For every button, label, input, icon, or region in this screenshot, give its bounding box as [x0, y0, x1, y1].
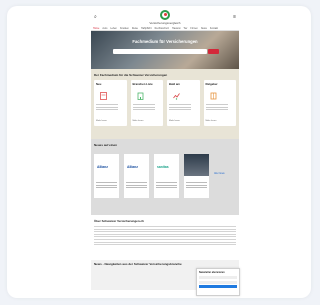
- tile-title: Neu: [96, 82, 102, 86]
- about-text: [94, 226, 236, 246]
- newsletter-email-field[interactable]: [199, 276, 237, 279]
- tile-text: [205, 104, 228, 112]
- nav-item[interactable]: Home: [93, 27, 99, 30]
- news-title: Neues auf einen: [94, 143, 118, 147]
- tile-text: [132, 104, 155, 112]
- hero-title: Fachmedium für Versicherungen: [132, 39, 198, 44]
- newsletter-title: Newsletter abonnieren: [199, 271, 225, 274]
- news-card-text: [126, 182, 147, 190]
- nav-item[interactable]: Auto: [102, 27, 107, 30]
- document-icon: [100, 92, 107, 100]
- hero-search-button[interactable]: [208, 49, 219, 54]
- logo-mark: [159, 9, 170, 20]
- search-icon[interactable]: ⌕: [94, 14, 97, 20]
- chart-icon: [173, 93, 180, 100]
- about-title: Über Schweizer Versicherungen.ch: [94, 219, 145, 223]
- tile-title: Bald am: [169, 82, 180, 86]
- news-card[interactable]: Allianz: [94, 154, 119, 198]
- nav-item[interactable]: Kranken: [120, 27, 129, 30]
- nav-item[interactable]: Firmen: [190, 27, 197, 30]
- tile-text: [169, 104, 191, 112]
- site-header: ⌕ Versicherungsvergleich ≡: [91, 8, 239, 26]
- nav-item[interactable]: News: [201, 27, 207, 30]
- building-icon: [137, 92, 143, 100]
- news-card-logo: Allianz: [97, 165, 108, 169]
- tile-link[interactable]: Mehr lesen: [133, 120, 144, 122]
- site-logo[interactable]: Versicherungsvergleich: [149, 9, 181, 25]
- tile-link[interactable]: Mehr lesen: [169, 120, 180, 122]
- overview-tile[interactable]: Bald am Mehr lesen: [167, 80, 200, 126]
- news-card[interactable]: sanitas: [154, 154, 179, 198]
- overview-tiles: Neu Mehr lesen Branchen Liste Mehr lesen…: [94, 80, 236, 126]
- news-card[interactable]: [184, 154, 209, 198]
- nav-item[interactable]: Hausrat: [172, 27, 180, 30]
- book-icon: [210, 92, 216, 100]
- overview-section: Der Fachmedium für die Schweizer Versich…: [91, 69, 239, 139]
- news-card-text: [186, 182, 207, 190]
- nav-item[interactable]: Kontakt: [210, 27, 218, 30]
- nav-item[interactable]: Reise: [132, 27, 138, 30]
- overview-tile[interactable]: Branchen Liste Mehr lesen: [130, 80, 163, 126]
- overview-tile[interactable]: Neu Mehr lesen: [94, 80, 127, 126]
- nav-item[interactable]: Haftpflicht: [141, 27, 152, 30]
- nav-item[interactable]: Leben: [110, 27, 117, 30]
- overview-tile[interactable]: Ratgeber Mehr lesen: [203, 80, 236, 126]
- news-section: Neues auf einen Allianz Allianz sanitas …: [91, 139, 239, 215]
- menu-icon[interactable]: ≡: [233, 14, 236, 20]
- tile-link[interactable]: Mehr lesen: [206, 120, 217, 122]
- newsletter-popup: Newsletter abonnieren: [196, 268, 240, 296]
- news-teaser-title: News - Neuigkeiten aus der Schweizer Ver…: [94, 262, 182, 266]
- tile-link[interactable]: Mehr lesen: [96, 120, 107, 122]
- hero-search-input[interactable]: [113, 49, 207, 54]
- logo-text: Versicherungsvergleich: [149, 20, 181, 25]
- tile-title: Branchen Liste: [132, 82, 153, 86]
- news-card-text: [156, 182, 177, 190]
- news-card-logo: sanitas: [157, 165, 169, 169]
- news-card-image: [184, 154, 209, 176]
- hero-banner: Fachmedium für Versicherungen: [91, 31, 239, 69]
- nav-item[interactable]: Rechtsschutz: [155, 27, 169, 30]
- overview-title: Der Fachmedium für die Schweizer Versich…: [94, 73, 168, 77]
- news-list: Allianz Allianz sanitas Alle News: [94, 154, 236, 198]
- news-card[interactable]: Allianz: [124, 154, 149, 198]
- tile-text: [96, 104, 118, 112]
- newsletter-submit-button[interactable]: [199, 285, 237, 288]
- nav-item[interactable]: Tier: [183, 27, 187, 30]
- news-card-text: [96, 182, 117, 190]
- newsletter-name-field[interactable]: [199, 280, 237, 284]
- news-card-logo: Allianz: [127, 165, 138, 169]
- news-more-link[interactable]: Alle News: [214, 172, 225, 175]
- tile-title: Ratgeber: [205, 82, 218, 86]
- about-section: Über Schweizer Versicherungen.ch: [91, 215, 239, 260]
- website-page: ⌕ Versicherungsvergleich ≡ Home Auto Leb…: [91, 8, 239, 298]
